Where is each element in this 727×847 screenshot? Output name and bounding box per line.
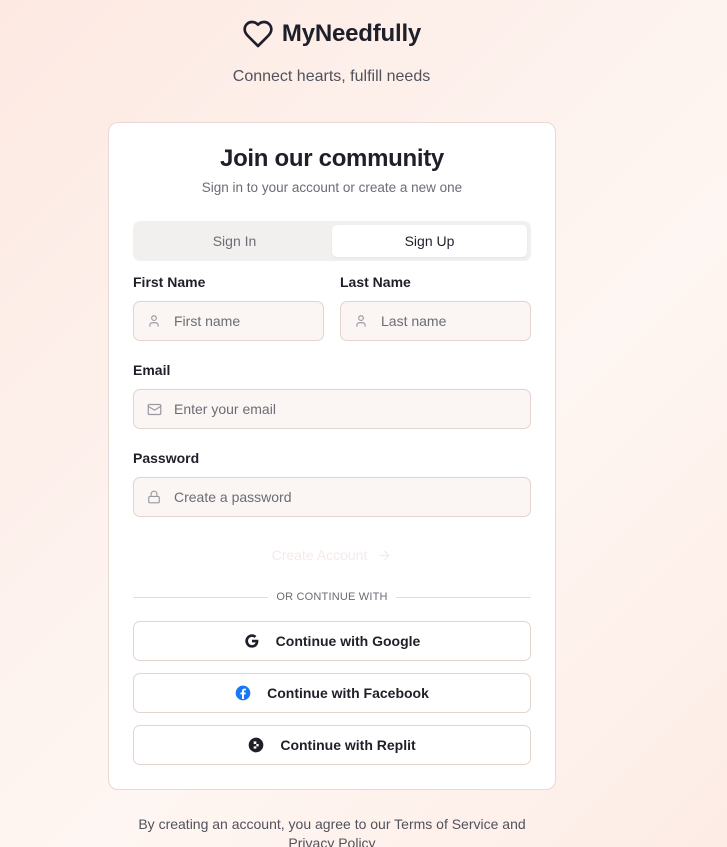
card-title: Join our community [220, 145, 444, 172]
brand-name: MyNeedfully [281, 20, 422, 47]
divider-line [395, 596, 532, 598]
brand-header: MyNeedfully [0, 18, 663, 50]
google-button[interactable]: Continue with Google [133, 621, 531, 661]
password-input[interactable] [174, 478, 530, 516]
arrow-right-icon [377, 548, 392, 563]
first-name-label: First Name [133, 274, 206, 290]
privacy-link[interactable]: Privacy Policy [288, 835, 375, 847]
or-divider: OR CONTINUE WITH [133, 590, 532, 604]
footer-prefix: By creating an account, you agree to our [138, 816, 391, 832]
auth-card: Join our community Sign in to your accou… [108, 122, 562, 790]
create-account-label: Create Account [271, 547, 368, 563]
google-button-label: Continue with Google [275, 633, 421, 649]
email-field [133, 389, 531, 429]
facebook-button[interactable]: Continue with Facebook [133, 673, 531, 713]
mail-icon [134, 390, 174, 428]
divider-line [133, 596, 269, 598]
divider-text: OR CONTINUE WITH [276, 591, 388, 603]
footer-and: and [502, 816, 526, 832]
google-icon [244, 633, 260, 649]
replit-icon [248, 737, 264, 753]
email-label: Email [133, 362, 171, 378]
lock-icon [134, 478, 174, 516]
user-icon [134, 302, 174, 340]
replit-button-label: Continue with Replit [280, 737, 416, 753]
heart-icon [242, 18, 274, 50]
password-label: Password [133, 450, 200, 466]
replit-button[interactable]: Continue with Replit [133, 725, 531, 765]
last-name-input[interactable] [381, 302, 562, 340]
create-account-button[interactable]: Create Account [133, 541, 531, 569]
email-input[interactable] [174, 390, 530, 428]
user-icon [341, 302, 381, 340]
card-subtitle: Sign in to your account or create a new … [201, 180, 463, 195]
first-name-field [133, 301, 355, 341]
tab-sign-in[interactable]: Sign In [137, 225, 332, 257]
legal-footer: By creating an account, you agree to our… [108, 815, 556, 847]
tagline: Connect hearts, fulfill needs [232, 68, 431, 85]
terms-link[interactable]: Terms of Service [394, 816, 498, 832]
auth-tabs: Sign In Sign Up [133, 221, 531, 261]
last-name-label: Last Name [340, 274, 411, 290]
tab-sign-up[interactable]: Sign Up [332, 225, 527, 257]
last-name-field [340, 301, 562, 341]
password-field [133, 477, 531, 517]
first-name-input[interactable] [174, 302, 355, 340]
facebook-icon [235, 685, 251, 701]
facebook-button-label: Continue with Facebook [267, 685, 429, 701]
